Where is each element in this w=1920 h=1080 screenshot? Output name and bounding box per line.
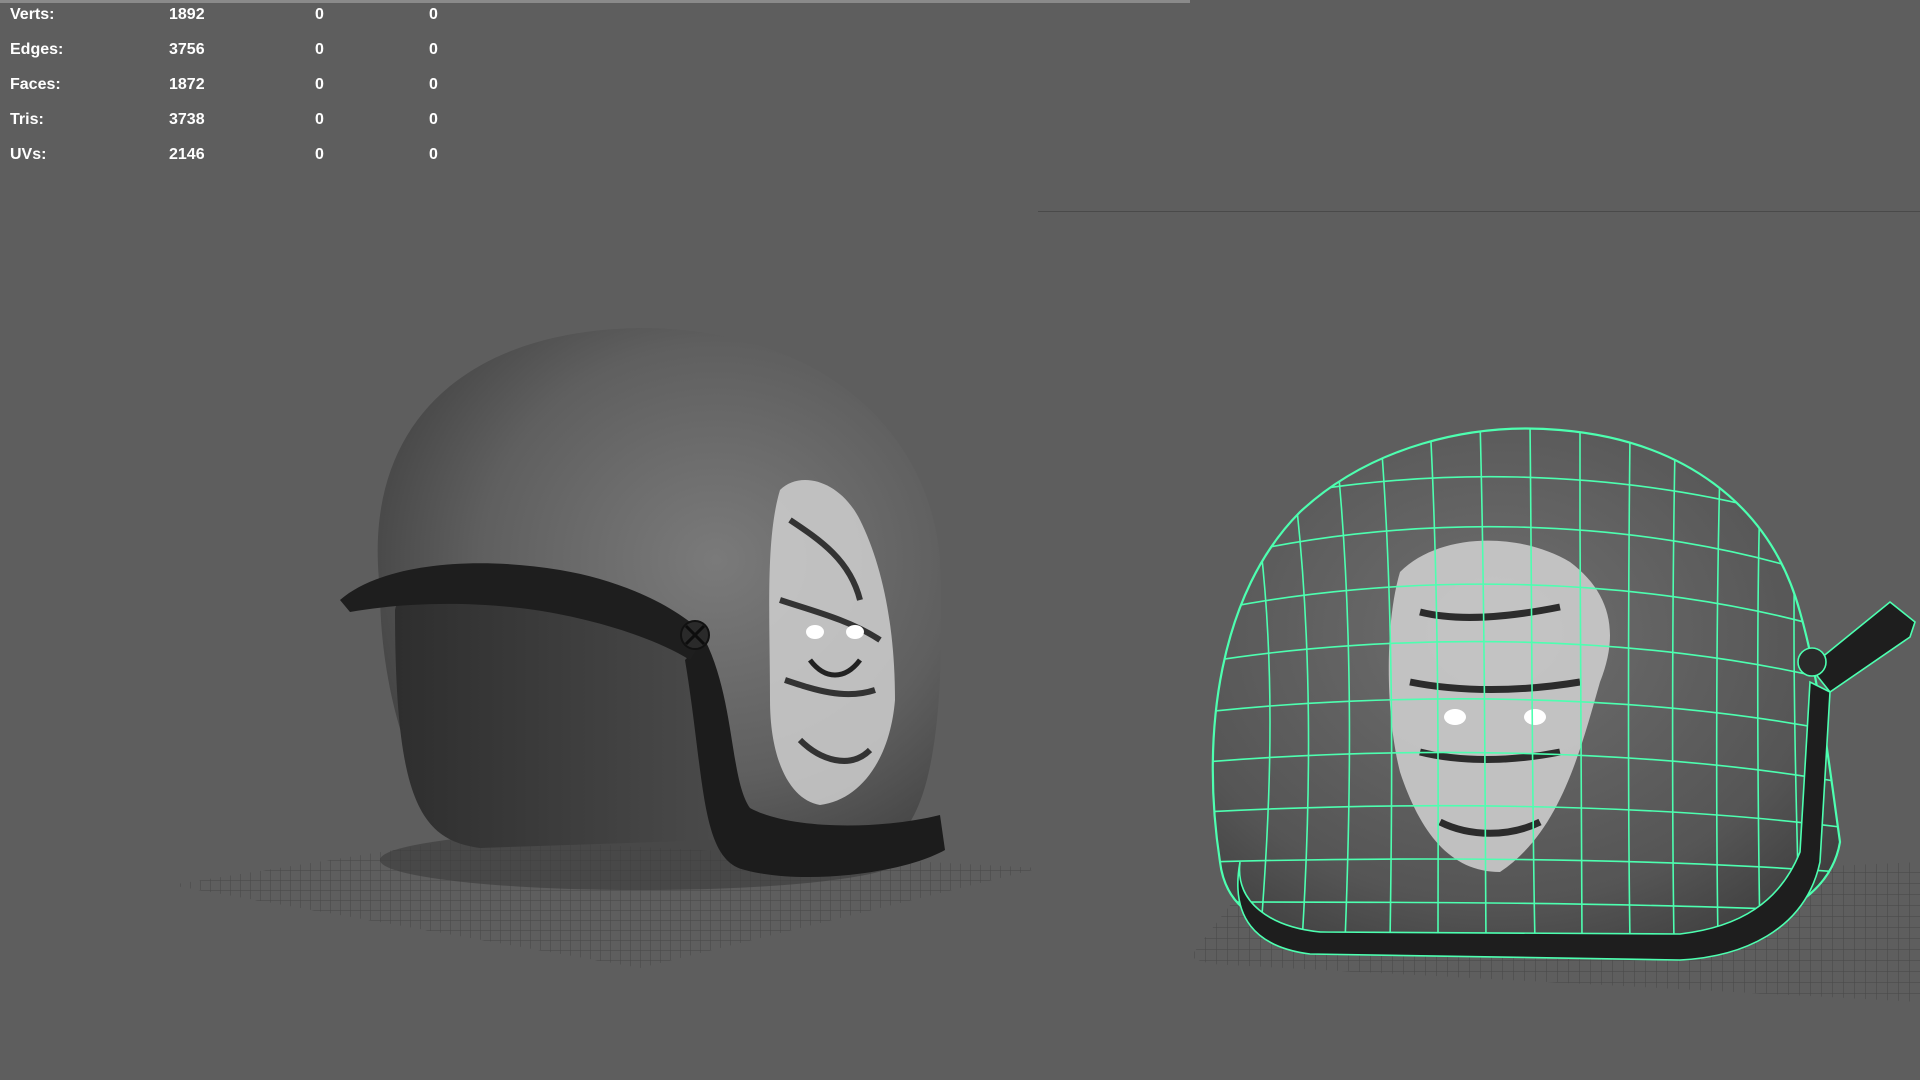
viewport-right-wireframe[interactable]: [1040, 212, 1920, 1080]
visor-snap-button: [1797, 647, 1827, 677]
helmet-visor: [1808, 600, 1916, 694]
viewport-left-shaded[interactable]: [0, 0, 1040, 1080]
